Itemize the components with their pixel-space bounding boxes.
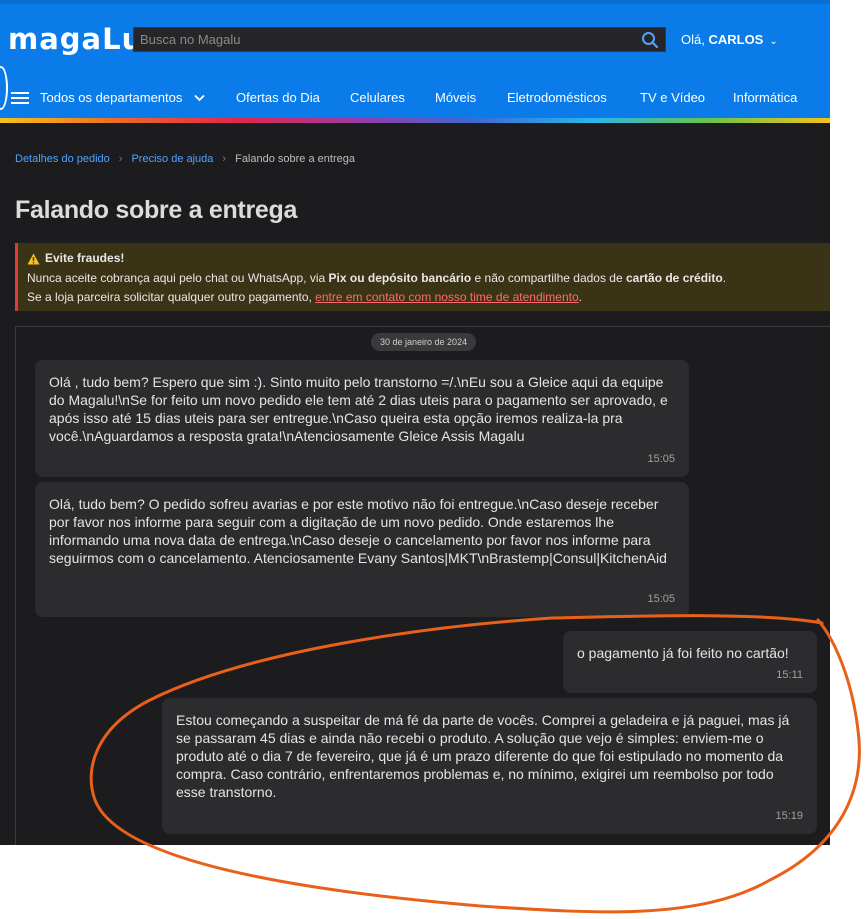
message-time: 15:11 <box>776 669 803 681</box>
message-time: 15:05 <box>647 593 675 605</box>
breadcrumb-chevron-icon: › <box>222 153 227 165</box>
breadcrumb-need-help[interactable]: Preciso de ajuda <box>131 153 213 165</box>
nav-eletrodomesticos[interactable]: Eletrodomésticos <box>507 90 607 105</box>
warning-icon <box>27 253 40 264</box>
user-menu[interactable]: Olá, CARLOS ⌄ <box>681 32 778 47</box>
nav-all-departments[interactable]: Todos os departamentos <box>40 90 205 105</box>
hamburger-icon[interactable] <box>11 92 29 105</box>
alert-line-2: Se a loja parceira solicitar qualquer ou… <box>27 290 582 304</box>
message-text: Olá , tudo bem? Espero que sim :). Sinto… <box>49 374 668 444</box>
nav-celulares[interactable]: Celulares <box>350 90 405 105</box>
message-text: Olá, tudo bem? O pedido sofreu avarias e… <box>49 496 667 566</box>
app-window: magaLu Olá, CARLOS ⌄ Todos os departament… <box>0 0 830 845</box>
date-separator: 30 de janeiro de 2024 <box>371 333 477 351</box>
nav-all-departments-label: Todos os departamentos <box>40 90 183 105</box>
page-title: Falando sobre a entrega <box>15 196 298 224</box>
contact-support-link[interactable]: entre em contato com nosso time de atend… <box>315 290 578 304</box>
user-name: CARLOS <box>708 32 764 47</box>
main-nav: Todos os departamentos Ofertas do Dia Ce… <box>0 84 830 112</box>
message-text: o pagamento já foi feito no cartão! <box>577 645 789 661</box>
alert-line-1: Nunca aceite cobrança aqui pelo chat ou … <box>27 271 727 285</box>
breadcrumb: Detalhes do pedido › Preciso de ajuda › Fala… <box>15 153 355 165</box>
breadcrumb-order-details[interactable]: Detalhes do pedido <box>15 153 110 165</box>
brand-stripe <box>0 118 830 123</box>
greeting-text: Olá, <box>681 32 709 47</box>
message-received: Olá, tudo bem? O pedido sofreu avarias e… <box>35 482 689 617</box>
message-received: Olá , tudo bem? Espero que sim :). Sinto… <box>35 360 689 477</box>
chevron-down-icon: ⌄ <box>769 36 778 47</box>
breadcrumb-chevron-icon: › <box>118 153 123 165</box>
top-strip <box>0 0 830 4</box>
nav-ofertas[interactable]: Ofertas do Dia <box>236 90 320 105</box>
nav-tv-video[interactable]: TV e Vídeo <box>640 90 705 105</box>
message-sent: Estou começando a suspeitar de má fé da … <box>162 698 817 834</box>
search-bar <box>133 27 666 52</box>
magalu-logo[interactable]: magaLu <box>8 22 143 56</box>
message-time: 15:19 <box>775 810 803 822</box>
search-icon[interactable] <box>641 31 659 49</box>
search-input[interactable] <box>134 28 651 51</box>
nav-informatica[interactable]: Informática <box>733 90 797 105</box>
alert-title: Evite fraudes! <box>45 251 125 265</box>
message-text: Estou começando a suspeitar de má fé da … <box>176 712 790 800</box>
nav-moveis[interactable]: Móveis <box>435 90 476 105</box>
message-time: 15:05 <box>647 453 675 465</box>
fraud-alert: Evite fraudes! Nunca aceite cobrança aqu… <box>15 243 830 311</box>
message-sent: o pagamento já foi feito no cartão! 15:1… <box>563 631 817 693</box>
header: magaLu Olá, CARLOS ⌄ Todos os departament… <box>0 0 830 123</box>
chevron-down-icon <box>194 94 205 102</box>
breadcrumb-current: Falando sobre a entrega <box>235 153 355 165</box>
chat-panel[interactable]: 30 de janeiro de 2024 Olá , tudo bem? Es… <box>15 326 830 845</box>
alert-title-row: Evite fraudes! <box>27 251 830 266</box>
